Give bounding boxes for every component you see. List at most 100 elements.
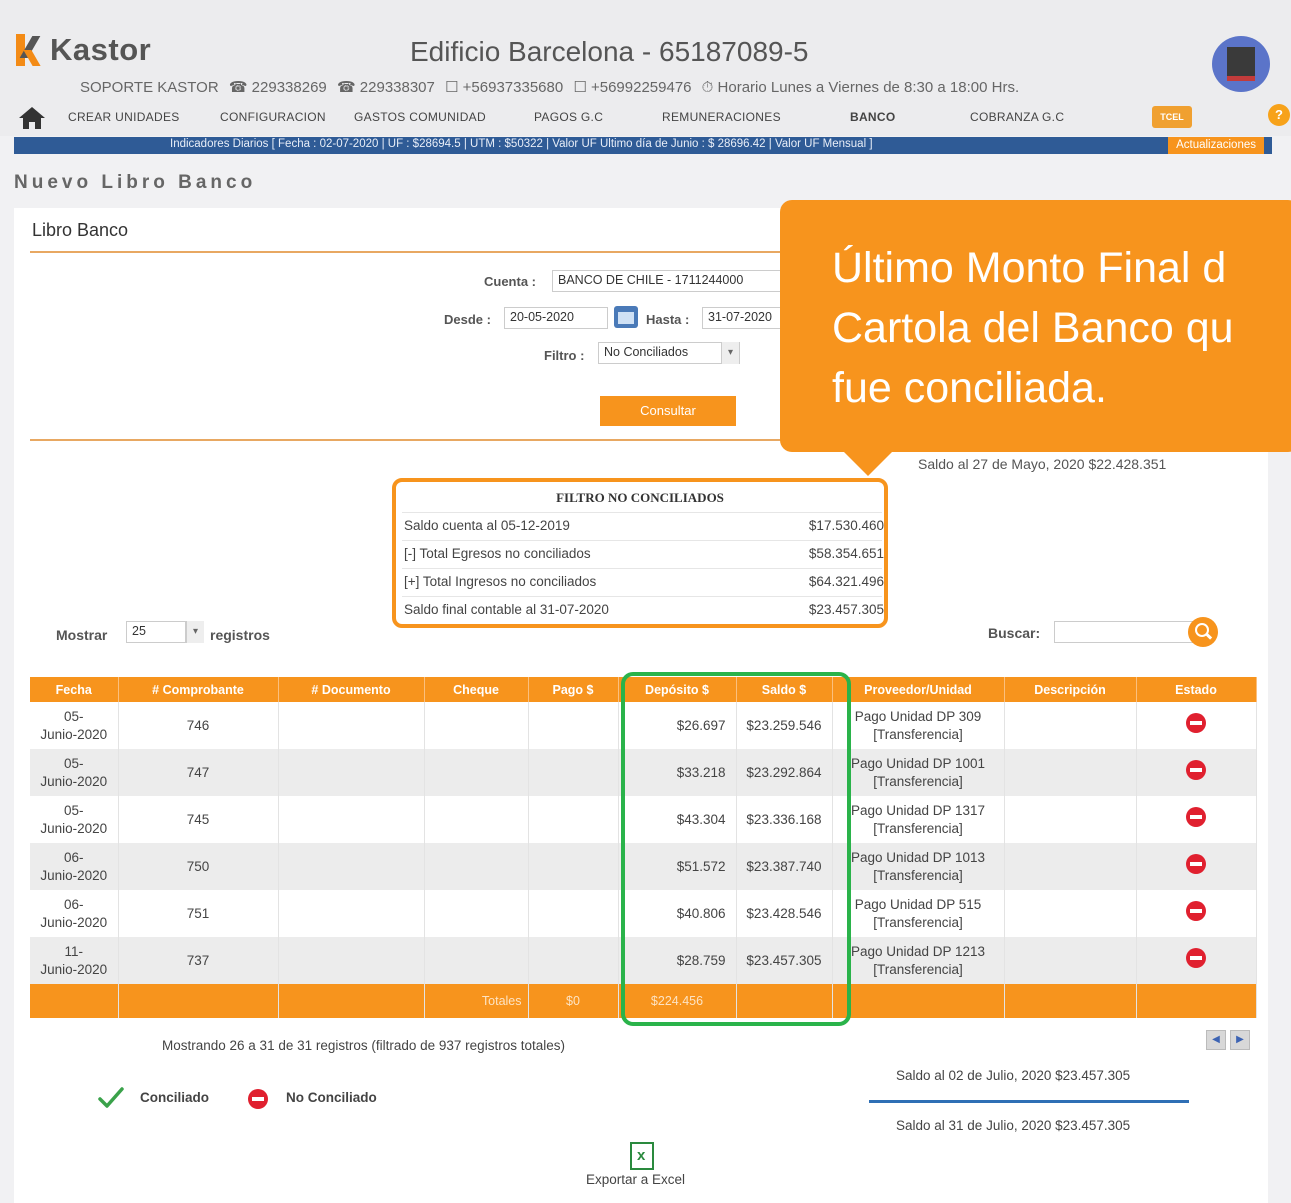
cell-pago [528,796,619,843]
cell-fecha: 06- Junio-2020 [30,843,119,890]
table-header-row: Fecha # Comprobante # Documento Cheque P… [30,677,1257,702]
cell-fecha: 11- Junio-2020 [30,937,119,984]
cell-documento [278,702,425,749]
cell-comprobante: 747 [118,749,279,796]
table-row: 11- Junio-2020 737 $28.759 $23.457.305 Pa… [30,937,1257,984]
help-icon[interactable]: ? [1268,104,1290,126]
home-icon[interactable] [18,106,46,130]
no-conciliado-icon[interactable] [1186,713,1206,734]
no-conciliado-icon[interactable] [1186,901,1206,922]
chevron-down-icon[interactable]: ▾ [721,342,739,364]
support-hours: ⏱ Horario Lunes a Viernes de 8:30 a 18:0… [701,79,1020,96]
filter-row: [-] Total Egresos no conciliados $58.354… [402,540,884,566]
cell-cheque [424,890,529,937]
cell-saldo: $23.259.546 [736,702,833,749]
desde-input[interactable]: 20-05-2020 [504,307,608,329]
buscar-label: Buscar: [988,625,1041,641]
phone-1: ☎ 229338269 [228,79,327,96]
cell-proveedor: Pago Unidad DP 1317 [Transferencia] [832,796,1005,843]
totals-label: Totales [424,984,529,1018]
export-excel-link[interactable]: Exportar a Excel [586,1172,685,1187]
prev-page-icon[interactable]: ◀ [1206,1030,1226,1050]
book-icon [1227,47,1255,81]
calendar-icon[interactable] [614,306,638,328]
cell-documento [278,796,425,843]
nav-pagos-gc[interactable]: PAGOS G.C [534,110,603,124]
next-page-icon[interactable]: ▶ [1230,1030,1250,1050]
nav-configuracion[interactable]: CONFIGURACION [220,110,326,124]
cell-proveedor: Pago Unidad DP 1001 [Transferencia] [832,749,1005,796]
kastor-logo[interactable]: Kastor [14,32,151,68]
cell-deposito: $40.806 [618,890,737,937]
table-row: 05- Junio-2020 745 $43.304 $23.336.168 Pa… [30,796,1257,843]
mostrar-label: Mostrar [56,627,108,643]
phone-2: ☎ 229338307 [336,79,435,96]
col-pago[interactable]: Pago $ [528,677,619,702]
nav-banco[interactable]: BANCO [850,110,896,124]
no-conciliado-icon[interactable] [1186,854,1206,875]
no-conciliado-icon[interactable] [1186,948,1206,969]
hasta-label: Hasta : [646,312,690,327]
filter-row: Saldo cuenta al 05-12-2019 $17.530.460 [402,512,884,538]
no-conciliado-icon[interactable] [1186,807,1206,828]
updates-button[interactable]: Actualizaciones [1168,137,1264,154]
cell-comprobante: 750 [118,843,279,890]
col-cheque[interactable]: Cheque [424,677,529,702]
desde-label: Desde : [444,312,491,327]
col-saldo[interactable]: Saldo $ [736,677,833,702]
col-fecha[interactable]: Fecha [30,677,119,702]
filter-row: Saldo final contable al 31-07-2020 $23.4… [402,596,884,622]
cell-deposito: $43.304 [618,796,737,843]
table-row: 06- Junio-2020 751 $40.806 $23.428.546 Pa… [30,890,1257,937]
no-conciliado-icon[interactable] [1186,760,1206,781]
cell-deposito: $51.572 [618,843,737,890]
cell-proveedor: Pago Unidad DP 515 [Transferencia] [832,890,1005,937]
filtro-select[interactable]: No Conciliados [598,342,740,364]
filtro-label: Filtro : [544,348,585,363]
nav-tcel[interactable]: TCEL [1152,106,1192,128]
cuenta-select[interactable]: BANCO DE CHILE - 1711244000 [552,270,782,292]
cell-documento [278,937,425,984]
nav-gastos-comunidad[interactable]: GASTOS COMUNIDAD [354,110,486,124]
no-conciliado-icon [248,1089,268,1109]
col-comprobante[interactable]: # Comprobante [118,677,279,702]
filter-row-value: $64.321.496 [808,574,884,589]
nav-crear-unidades[interactable]: CREAR UNIDADES [68,110,180,124]
chevron-down-icon[interactable]: ▾ [186,621,204,643]
totals-deposito: $224.456 [618,984,737,1018]
filter-row-label: Saldo final contable al 31-07-2020 [404,602,609,617]
search-icon[interactable] [1188,617,1218,647]
main-nav: CREAR UNIDADES CONFIGURACION GASTOS COMU… [0,100,1291,136]
excel-icon[interactable] [630,1142,654,1170]
col-proveedor[interactable]: Proveedor/Unidad [832,677,1005,702]
col-descripcion[interactable]: Descripción [1004,677,1137,702]
col-deposito[interactable]: Depósito $ [618,677,737,702]
col-documento[interactable]: # Documento [278,677,425,702]
cell-cheque [424,702,529,749]
table-row: 05- Junio-2020 747 $33.218 $23.292.864 Pa… [30,749,1257,796]
hasta-input[interactable]: 31-07-2020 [702,307,782,329]
cell-comprobante: 745 [118,796,279,843]
search-input[interactable] [1054,621,1194,643]
cell-fecha: 05- Junio-2020 [30,796,119,843]
cell-saldo: $23.387.740 [736,843,833,890]
cell-pago [528,749,619,796]
nav-cobranza-gc[interactable]: COBRANZA G.C [970,110,1064,124]
col-estado[interactable]: Estado [1136,677,1257,702]
cell-documento [278,843,425,890]
cell-proveedor: Pago Unidad DP 309 [Transferencia] [832,702,1005,749]
cell-descripcion [1004,937,1137,984]
filtro-value: No Conciliados [604,345,689,359]
filter-row-label: Saldo cuenta al 05-12-2019 [404,518,570,533]
user-avatar[interactable] [1212,36,1270,92]
libro-banco-table: Fecha # Comprobante # Documento Cheque P… [30,677,1257,1018]
mobile-2: ☐ +56992259476 [573,79,692,96]
annotation-callout: Último Monto Final d Cartola del Banco q… [780,200,1291,476]
cell-pago [528,937,619,984]
nav-remuneraciones[interactable]: REMUNERACIONES [662,110,781,124]
page-size-select[interactable]: 25 [126,621,186,643]
cell-estado [1136,937,1257,984]
legend-no-conciliado: No Conciliado [286,1090,377,1105]
consultar-button[interactable]: Consultar [600,396,736,426]
filter-summary-title: FILTRO NO CONCILIADOS [556,490,724,505]
